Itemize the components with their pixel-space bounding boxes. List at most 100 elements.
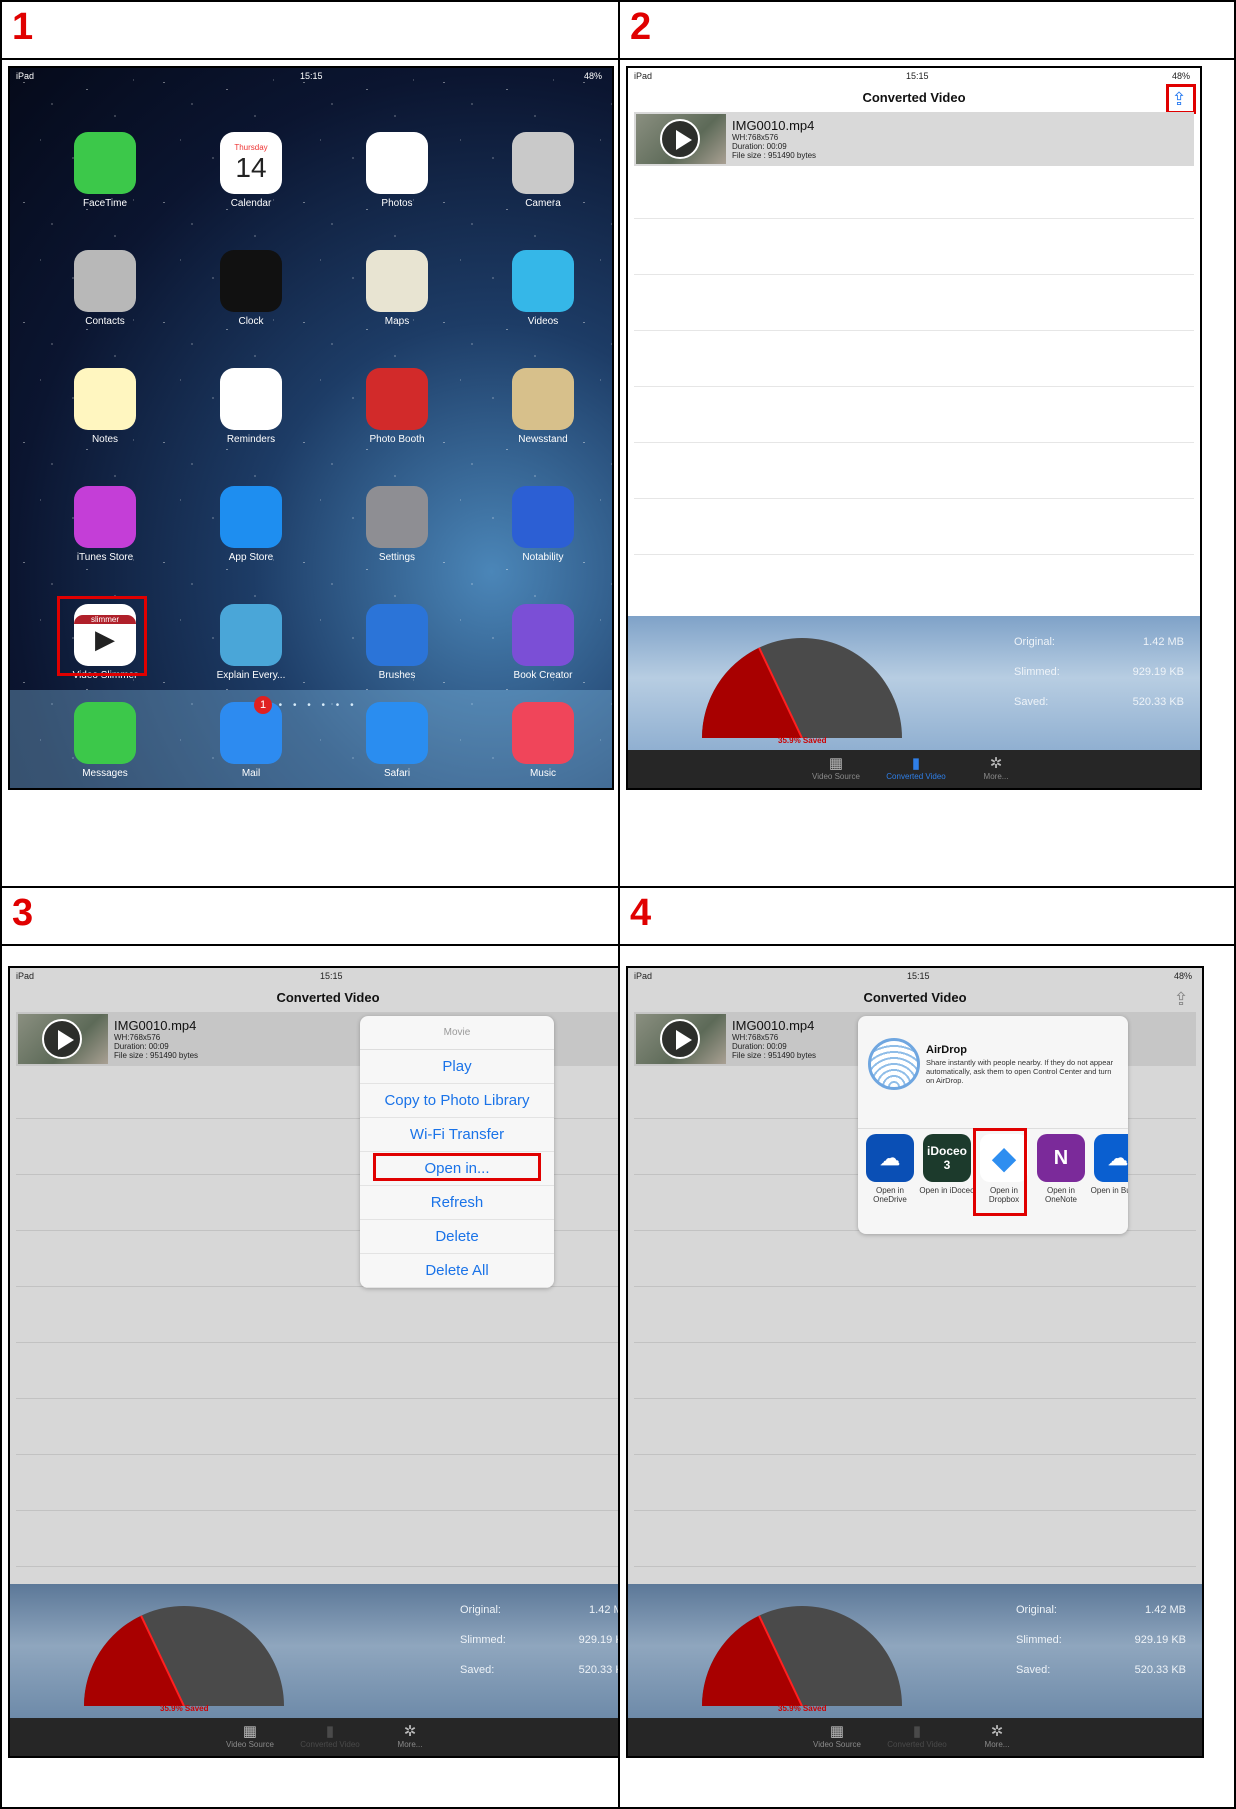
panel-1-header: 1 [2,2,618,60]
tab-label: More... [397,1740,423,1749]
list-separator [16,1510,640,1511]
app-reminders[interactable]: Reminders [206,368,296,445]
menu-item-refresh[interactable]: Refresh [360,1186,554,1220]
app-app-store[interactable]: App Store [206,486,296,563]
savings-panel: 35.9% Saved Original: 1.42 MB Slimmed: 929.1… [628,616,1200,754]
savings-panel: 35.9% Saved Original: 1.42 MB Slimmed: 929.1… [628,1584,1202,1722]
app-settings[interactable]: Settings [352,486,442,563]
play-icon [660,119,700,159]
clapper-icon: ▦ [829,1723,845,1740]
dock-app-messages[interactable]: Messages [60,702,150,779]
app-facetime[interactable]: FaceTime [60,132,150,209]
app-label: Explain Every... [216,670,286,681]
panel-number: 3 [12,892,34,934]
app-label: Camera [525,198,561,209]
menu-item-wi-fi-transfer[interactable]: Wi-Fi Transfer [360,1118,554,1152]
calendar-day-number: 14 [235,151,267,183]
airdrop-icon[interactable] [868,1038,920,1090]
share-onenote[interactable]: N Open in OneNote [1031,1134,1091,1204]
dock-app-safari[interactable]: Safari [352,702,442,779]
share-idoceo[interactable]: iDoceo 3 Open in iDoceo [917,1134,977,1195]
video-filename: IMG0010.mp4 [732,1018,815,1033]
app-explain-every[interactable]: Explain Every... [206,604,296,681]
video-row[interactable]: IMG0010.mp4 WH:768x576 Duration: 00:09 File… [634,112,1194,166]
panel-number: 1 [12,6,34,48]
app-label: Notes [91,434,119,445]
app-notes[interactable]: Notes [60,368,150,445]
share-onedrive[interactable]: ☁ Open in OneDrive [860,1134,920,1204]
app-label: Videos [527,316,559,327]
share-onedrive-business[interactable]: ☁ Open in Busine [1088,1134,1128,1195]
dock-app-mail[interactable]: 1 Mail [206,696,296,779]
status-bar: iPad15:1548% [10,968,646,984]
list-separator [634,498,1194,499]
highlight-open-in [373,1153,541,1181]
film-icon: ▮ [325,1723,335,1740]
app-newsstand[interactable]: Newsstand [498,368,588,445]
video-meta-duration: Duration: 00:09 [732,1042,787,1051]
slimmed-label: Slimmed: [1014,666,1060,678]
list-separator [634,1566,1196,1567]
safari-icon [366,702,428,764]
share-icon[interactable]: ⇪ [1170,988,1192,1010]
menu-item-play[interactable]: Play [360,1050,554,1084]
menu-item-delete[interactable]: Delete [360,1220,554,1254]
share-app-label: Open in OneNote [1044,1186,1078,1204]
saved-percent: 35.9% Saved [160,1704,209,1713]
idoceo-icon: iDoceo 3 [923,1134,971,1182]
tab-video-source[interactable]: ▦ Video Source [796,754,876,781]
app-label: iTunes Store [76,552,134,563]
slimmed-label: Slimmed: [460,1634,506,1646]
tab-more[interactable]: ✲ More... [370,1722,450,1749]
battery-label: 48% [1171,71,1190,81]
app-maps[interactable]: Maps [352,250,442,327]
status-bar: iPad 15:15 48% [10,68,612,84]
tab-more[interactable]: ✲ More... [956,754,1036,781]
video-meta-size: File size : 951490 bytes [732,1051,817,1060]
savings-gauge [702,638,902,738]
list-separator [634,386,1194,387]
facetime-icon [74,132,136,194]
original-label: Original: [1014,636,1055,648]
onedrive-business-icon: ☁ [1094,1134,1128,1182]
ipad-home-screen: iPad 15:15 48% FaceTime Thursday 14 Calenda… [8,66,614,790]
list-separator [634,330,1194,331]
tab-converted-video[interactable]: ▮ Converted Video [876,754,956,781]
app-photo-booth[interactable]: Photo Booth [352,368,442,445]
nav-title: Converted Video [863,990,967,1005]
app-calendar[interactable]: Thursday 14 Calendar [206,132,296,209]
tab-more[interactable]: ✲ More... [957,1722,1037,1749]
panel-number: 2 [630,6,652,48]
dock-app-music[interactable]: Music [498,702,588,779]
app-camera[interactable]: Camera [498,132,588,209]
app-brushes[interactable]: Brushes [352,604,442,681]
list-separator [634,274,1194,275]
list-separator [16,1566,640,1567]
tab-converted-video[interactable]: ▮ Converted Video [877,1722,957,1749]
app-photos[interactable]: Photos [352,132,442,209]
time-label: 15:15 [906,71,929,81]
onenote-icon: N [1037,1134,1085,1182]
app-label: Newsstand [518,434,568,445]
tab-label: More... [984,1740,1010,1749]
menu-item-copy-to-photo-library[interactable]: Copy to Photo Library [360,1084,554,1118]
airdrop-description: Share instantly with people nearby. If t… [926,1058,1114,1085]
gear-icon: ✲ [990,1723,1004,1740]
app-book-creator[interactable]: Book Creator [498,604,588,681]
saved-percent: 35.9% Saved [778,736,827,745]
tab-video-source[interactable]: ▦ Video Source [210,1722,290,1749]
tab-label: More... [983,772,1009,781]
app-clock[interactable]: Clock [206,250,296,327]
menu-item-delete-all[interactable]: Delete All [360,1254,554,1288]
tab-converted-video[interactable]: ▮ Converted Video [290,1722,370,1749]
carrier-label: iPad [634,971,653,981]
app-itunes-store[interactable]: iTunes Store [60,486,150,563]
app-notability[interactable]: Notability [498,486,588,563]
list-separator [634,218,1194,219]
original-value: 1.42 MB [589,1604,630,1616]
app-label: Music [529,768,557,779]
tab-video-source[interactable]: ▦ Video Source [797,1722,877,1749]
share-app-label: Open in OneDrive [873,1186,907,1204]
app-contacts[interactable]: Contacts [60,250,150,327]
app-videos[interactable]: Videos [498,250,588,327]
